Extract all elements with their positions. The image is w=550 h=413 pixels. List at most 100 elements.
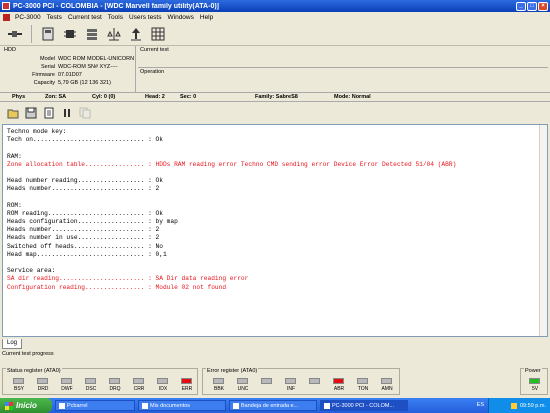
log-line: ROM:	[7, 201, 22, 209]
taskbar: Inicio Pcbarrel Mis documentos Bandeja d…	[0, 398, 550, 413]
hdd-panel: HDD Model WDC ROM MODEL-UNICORN Serial W…	[2, 46, 136, 92]
register-led-label: CRR	[133, 386, 145, 392]
menu-pc3000[interactable]: PC-3000	[12, 14, 44, 21]
start-button[interactable]: Inicio	[0, 398, 52, 413]
close-button[interactable]: ×	[538, 1, 548, 11]
register-led	[357, 378, 368, 384]
menu-help[interactable]: Help	[197, 14, 216, 21]
grid-icon	[151, 27, 165, 40]
minimize-button[interactable]: _	[516, 1, 526, 11]
cylinder-value: Cyl: 0 (0)	[92, 94, 116, 100]
menu-current-test[interactable]: Current test	[65, 14, 105, 21]
log-line: SA dir reading....................... : …	[7, 275, 249, 283]
save-icon	[25, 107, 37, 119]
hdd-info-button[interactable]	[39, 25, 57, 43]
mail-icon	[233, 402, 239, 409]
task-pc3000[interactable]: PC-3000 PCI - COLOM...	[320, 400, 408, 411]
task-label: Bandeja de entrada e...	[241, 402, 299, 409]
open-log-button[interactable]	[6, 106, 20, 120]
zone-value: Zon: SA	[45, 94, 67, 100]
child-window-icon[interactable]	[3, 13, 10, 21]
copy-button[interactable]	[78, 106, 92, 120]
register-led	[85, 378, 96, 384]
phys-label: Phys	[12, 94, 26, 100]
sector-value: Sec: 0	[180, 94, 197, 100]
register-led-label: TON	[357, 386, 369, 392]
tab-log[interactable]: Log	[2, 339, 23, 349]
info-panel: HDD Model WDC ROM MODEL-UNICORN Serial W…	[0, 46, 550, 92]
task-bandeja[interactable]: Bandeja de entrada e...	[229, 400, 317, 411]
upload-button[interactable]	[127, 25, 145, 43]
register-led-label: DRD	[37, 386, 49, 392]
register-led-label: DRQ	[109, 386, 121, 392]
register-led-label: AMN	[381, 386, 393, 392]
status-register: Status register (ATA0) BSY DRD DWF DSC DRQ CR…	[2, 368, 198, 395]
bios-button[interactable]	[61, 25, 79, 43]
field-value: WDC ROM MODEL-UNICORN	[58, 56, 135, 62]
register-led-label: ABR	[333, 386, 345, 392]
disk-icon	[42, 27, 54, 40]
register-led	[157, 378, 168, 384]
register-led	[309, 378, 320, 384]
window-title: PC-3000 PCI - COLOMBIA - [WDC Marvell fa…	[13, 2, 219, 10]
field-label: Model	[40, 56, 55, 62]
app-icon	[324, 402, 330, 409]
register-led	[213, 378, 224, 384]
register-led	[13, 378, 24, 384]
folder-icon	[7, 109, 19, 119]
task-label: Pcbarrel	[67, 402, 88, 409]
register-led	[109, 378, 120, 384]
operation-panel: Operation	[138, 68, 548, 92]
log-line: Head number reading.................. : …	[7, 177, 163, 185]
head-value: Head: 2	[145, 94, 165, 100]
register-led-label: DSC	[85, 386, 97, 392]
task-pcbarrel[interactable]: Pcbarrel	[55, 400, 135, 411]
pause-button[interactable]	[60, 106, 74, 120]
print-log-button[interactable]	[42, 106, 56, 120]
toolbar-separator	[31, 24, 32, 43]
head-map-button[interactable]	[83, 25, 101, 43]
log-line: Techno mode key:	[7, 128, 67, 135]
register-led-label: BSY	[13, 386, 24, 392]
task-mis-documentos[interactable]: Mis documentos	[138, 400, 226, 411]
register-panel: Status register (ATA0) BSY DRD DWF DSC DRQ CR…	[0, 366, 550, 396]
tools-button[interactable]	[105, 25, 123, 43]
menu-bar: PC-3000 Tests Current test Tools Users t…	[0, 12, 550, 22]
exit-utility-button[interactable]	[6, 25, 24, 43]
menu-tools[interactable]: Tools	[105, 14, 126, 21]
windows-flag-icon	[5, 401, 13, 410]
tray-icon[interactable]	[511, 402, 517, 409]
log-line: Service area:	[7, 267, 56, 275]
title-bar: PC-3000 PCI - COLOMBIA - [WDC Marvell fa…	[0, 0, 550, 12]
drive-status-row: Phys Zon: SA Cyl: 0 (0) Head: 2 Sec: 0 F…	[0, 92, 550, 102]
log-line: Heads number......................... : …	[7, 226, 160, 234]
app-icon	[59, 402, 65, 409]
hdd-capacity-row: Capacity 5,79 GB (12 136 321)	[2, 80, 136, 86]
stack-icon	[87, 28, 97, 40]
page-icon	[44, 107, 54, 119]
grid-button[interactable]	[149, 25, 167, 43]
log-line: Heads configuration.................. : …	[7, 218, 178, 226]
status-register-title: Status register (ATA0)	[6, 368, 62, 374]
menu-windows[interactable]: Windows	[165, 14, 197, 21]
log-toolbar	[0, 102, 550, 124]
save-log-button[interactable]	[24, 106, 38, 120]
register-led-label: ERR	[181, 386, 193, 392]
power-title: Power	[524, 368, 542, 374]
menu-users-tests[interactable]: Users tests	[126, 14, 165, 21]
system-tray: 09:59 p.m.	[488, 398, 550, 413]
register-led-label: UNC	[237, 386, 249, 392]
app-icon	[2, 2, 10, 10]
log-scrollbar[interactable]	[539, 125, 547, 336]
log-line: Switched off heads................... : …	[7, 242, 163, 250]
chip-icon	[64, 29, 76, 38]
menu-tests[interactable]: Tests	[44, 14, 65, 21]
log-output[interactable]: Techno mode key: Tech on.................…	[2, 124, 548, 337]
hdd-model-row: Model WDC ROM MODEL-UNICORN	[2, 56, 136, 62]
start-label: Inicio	[16, 401, 37, 410]
register-led-label: DWF	[61, 386, 73, 392]
language-indicator[interactable]: ES	[477, 402, 484, 408]
maximize-button[interactable]: □	[527, 1, 537, 11]
